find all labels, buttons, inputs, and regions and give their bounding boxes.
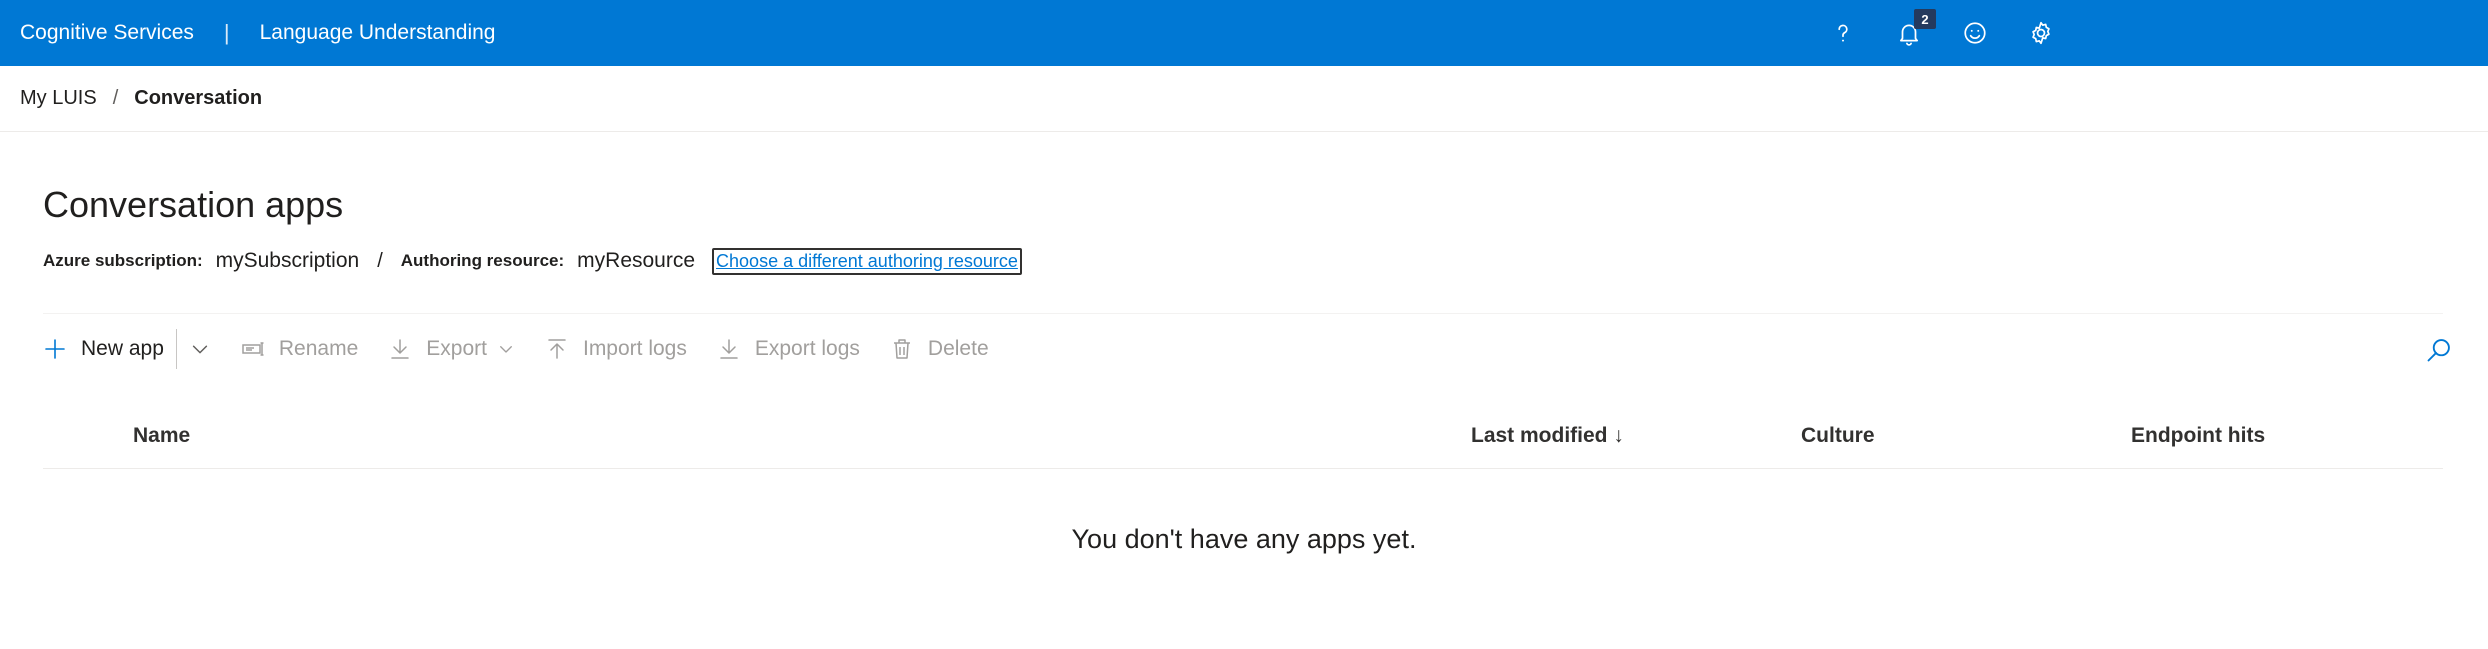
- feedback-button[interactable]: [1942, 0, 2008, 66]
- toolbar-divider: [43, 313, 2443, 314]
- column-header-endpoint-hits[interactable]: Endpoint hits: [2131, 404, 2265, 468]
- export-logs-label: Export logs: [754, 337, 860, 360]
- app-name[interactable]: Language Understanding: [260, 21, 496, 45]
- brand-separator: |: [223, 20, 230, 45]
- product-name[interactable]: Cognitive Services: [20, 21, 194, 45]
- new-app-label: New app: [81, 337, 164, 360]
- rename-label: Rename: [278, 337, 359, 360]
- trash-icon: [893, 339, 910, 359]
- resource-separator: /: [377, 249, 383, 272]
- export-label: Export: [426, 337, 487, 360]
- subscription-value: mySubscription: [215, 249, 360, 272]
- delete-button[interactable]: Delete: [890, 337, 989, 361]
- empty-state-message: You don't have any apps yet.: [1071, 524, 1417, 554]
- import-logs-button[interactable]: Import logs: [545, 337, 687, 361]
- brand: Cognitive Services | Language Understand…: [20, 0, 496, 66]
- rename-button[interactable]: Rename: [241, 337, 358, 361]
- header-icons: 2: [1810, 0, 2488, 66]
- resource-info: Azure subscription: mySubscription / Aut…: [43, 247, 1022, 275]
- chevron-down-icon[interactable]: [189, 338, 211, 360]
- export-button[interactable]: Export: [388, 337, 515, 361]
- change-resource-link[interactable]: Choose a different authoring resource: [712, 247, 1022, 275]
- breadcrumb-current: Conversation: [134, 87, 263, 109]
- resource-label: Authoring resource:: [400, 251, 565, 270]
- table-header: Name Last modified ↓ Culture Endpoint hi…: [43, 404, 2443, 469]
- delete-label: Delete: [927, 337, 989, 360]
- smiley-icon: [1964, 22, 1986, 44]
- split-divider: [175, 329, 177, 369]
- export-logs-button[interactable]: Export logs: [717, 337, 860, 361]
- column-header-culture[interactable]: Culture: [1801, 404, 1875, 468]
- help-button[interactable]: [1810, 0, 1876, 66]
- top-navigation-bar: Cognitive Services | Language Understand…: [0, 0, 2488, 66]
- search-icon[interactable]: [2425, 336, 2453, 364]
- rename-icon: [242, 342, 264, 356]
- notification-badge: 2: [1914, 9, 1936, 29]
- command-bar: New app Rename Export Import logs Export…: [43, 324, 2453, 374]
- breadcrumb-my-luis[interactable]: My LUIS: [20, 87, 97, 110]
- download-icon: [391, 339, 410, 359]
- plus-icon: [45, 339, 65, 359]
- breadcrumb: My LUIS / Conversation: [0, 66, 2488, 132]
- resource-value: myResource: [577, 249, 696, 272]
- settings-button[interactable]: [2008, 0, 2074, 66]
- export-chevron-down-icon: [500, 346, 512, 353]
- subscription-label: Azure subscription:: [43, 251, 203, 270]
- notifications-button[interactable]: 2: [1876, 0, 1942, 66]
- column-header-last-modified[interactable]: Last modified ↓: [1471, 404, 1624, 468]
- new-app-button[interactable]: New app: [43, 337, 164, 361]
- import-logs-label: Import logs: [582, 337, 687, 360]
- page-title: Conversation apps: [43, 184, 344, 225]
- column-header-name[interactable]: Name: [133, 404, 190, 468]
- gear-icon: [2032, 21, 2050, 45]
- breadcrumb-separator: /: [112, 87, 119, 109]
- help-icon: [1838, 24, 1848, 42]
- upload-icon: [548, 339, 566, 359]
- download-logs-icon: [720, 339, 738, 359]
